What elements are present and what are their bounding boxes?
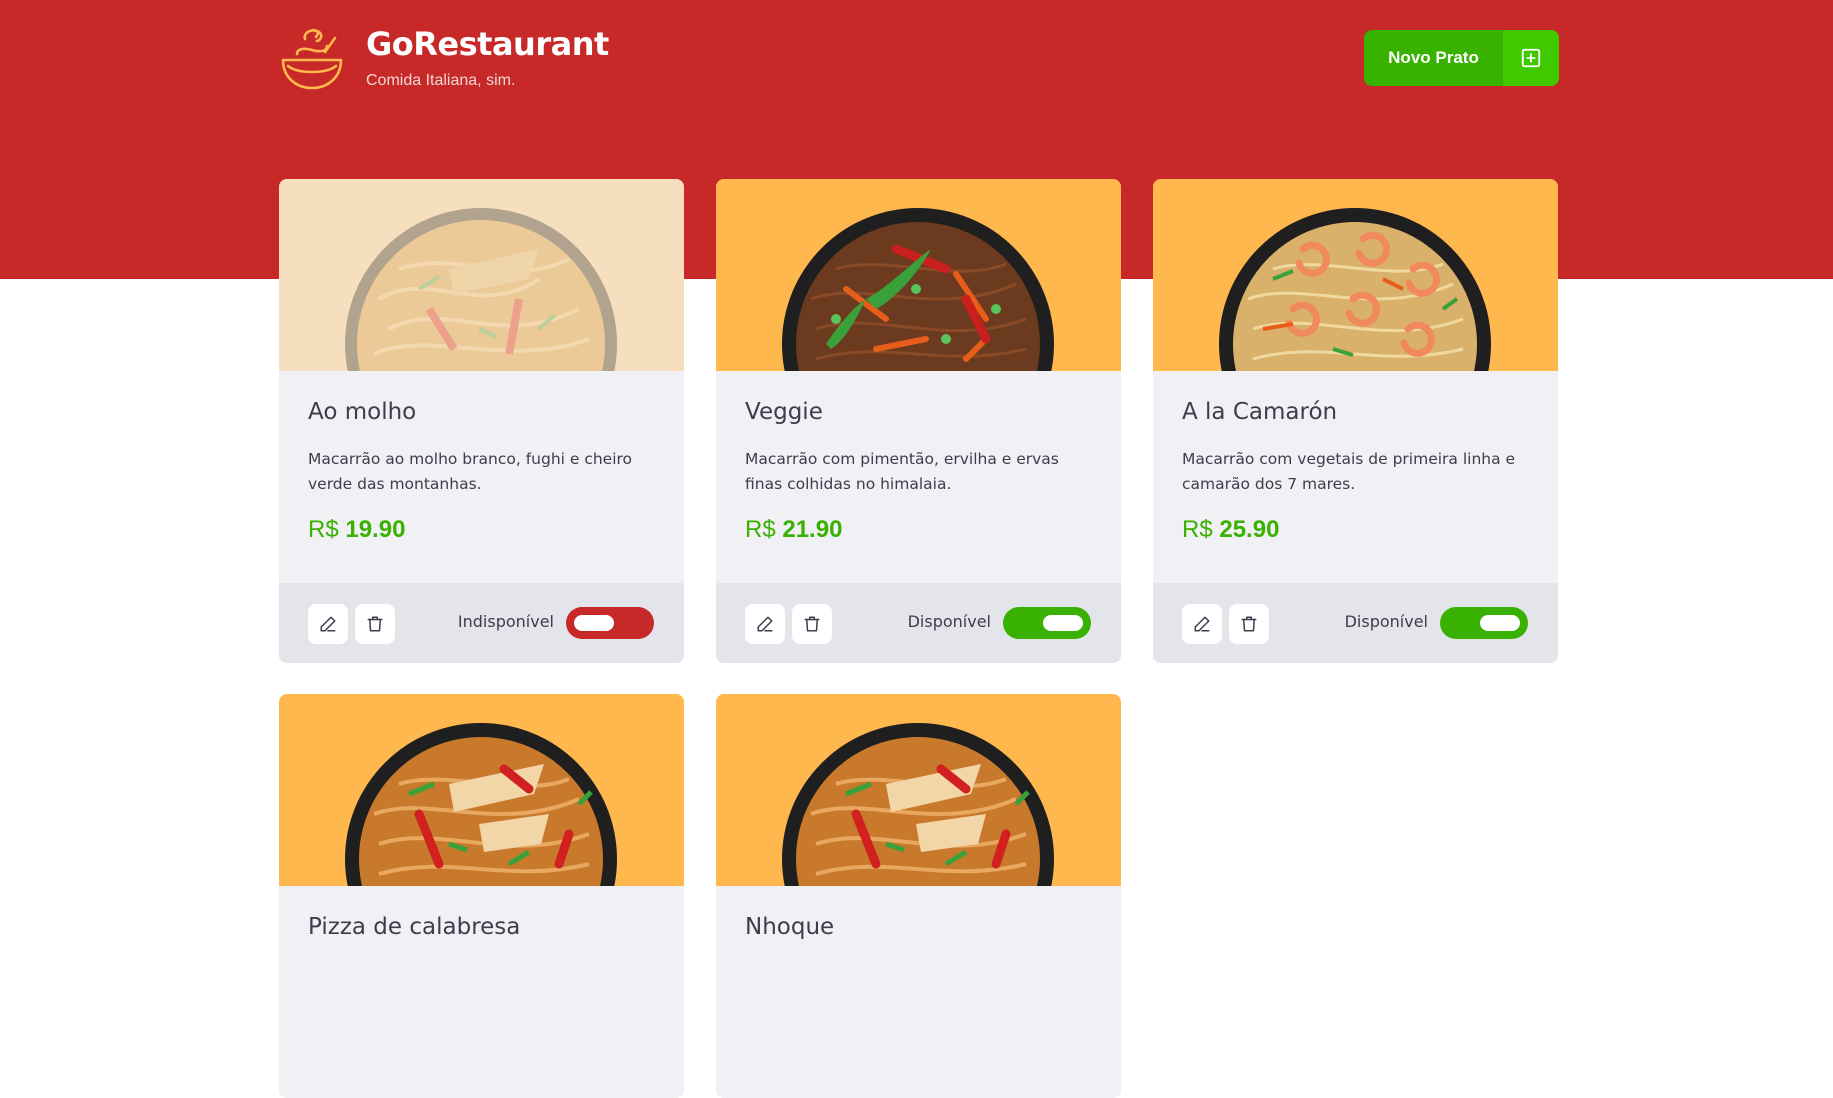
price-value: 19.90	[345, 516, 406, 543]
food-name: Ao molho	[308, 399, 417, 425]
food-description: Macarrão ao molho branco, fughi e cheiro…	[308, 450, 633, 493]
new-dish-label: Novo Prato	[1388, 48, 1479, 67]
food-image	[716, 179, 1121, 371]
food-name: Nhoque	[745, 914, 835, 940]
food-card: Veggie Macarrão com pimentão, ervilha e …	[716, 179, 1121, 663]
toggle-knob	[1043, 615, 1083, 631]
food-price: R$ 25.90	[1182, 516, 1529, 544]
food-image	[279, 179, 684, 371]
currency-label: R$	[308, 516, 339, 543]
app-subtitle: Comida Italiana, sim.	[366, 72, 516, 89]
app-title: GoRestaurant	[366, 25, 609, 63]
edit-button[interactable]	[745, 604, 785, 644]
food-description: Macarrão com pimentão, ervilha e ervas f…	[745, 450, 1059, 493]
pencil-icon	[757, 616, 773, 632]
availability-label: Disponível	[907, 612, 991, 631]
food-name: A la Camarón	[1182, 399, 1338, 425]
delete-button[interactable]	[792, 604, 832, 644]
new-dish-button[interactable]: Novo Prato	[1364, 30, 1559, 86]
card-actions: Indisponível	[279, 583, 684, 663]
food-card: Pizza de calabresa	[279, 694, 684, 1098]
price-value: 25.90	[1219, 516, 1280, 543]
availability-toggle[interactable]	[1440, 607, 1528, 639]
trash-icon	[1241, 616, 1257, 632]
food-name: Pizza de calabresa	[308, 914, 521, 940]
currency-label: R$	[745, 516, 776, 543]
card-actions: Disponível	[716, 583, 1121, 663]
availability-toggle[interactable]	[566, 607, 654, 639]
edit-button[interactable]	[308, 604, 348, 644]
pencil-icon	[320, 616, 336, 632]
food-description: Macarrão com vegetais de primeira linha …	[1182, 450, 1516, 493]
food-card: A la Camarón Macarrão com vegetais de pr…	[1153, 179, 1558, 663]
delete-button[interactable]	[1229, 604, 1269, 644]
trash-icon	[804, 616, 820, 632]
availability-toggle[interactable]	[1003, 607, 1091, 639]
food-image	[716, 694, 1121, 886]
availability-label: Disponível	[1344, 612, 1428, 631]
bowl-logo-icon	[281, 28, 343, 90]
brand: GoRestaurant Comida Italiana, sim.	[366, 26, 609, 90]
food-card: Nhoque	[716, 694, 1121, 1098]
delete-button[interactable]	[355, 604, 395, 644]
price-value: 21.90	[782, 516, 843, 543]
availability-label: Indisponível	[457, 612, 554, 631]
food-card: Ao molho Macarrão ao molho branco, fughi…	[279, 179, 684, 663]
edit-button[interactable]	[1182, 604, 1222, 644]
currency-label: R$	[1182, 516, 1213, 543]
food-price: R$ 19.90	[308, 516, 655, 544]
food-price: R$ 21.90	[745, 516, 1092, 544]
trash-icon	[367, 616, 383, 632]
toggle-knob	[1480, 615, 1520, 631]
pencil-icon	[1194, 616, 1210, 632]
food-name: Veggie	[745, 399, 823, 425]
card-actions: Disponível	[1153, 583, 1558, 663]
plus-square-icon	[1503, 30, 1559, 86]
food-image	[1153, 179, 1558, 371]
toggle-knob	[574, 615, 614, 631]
app-header: GoRestaurant Comida Italiana, sim. Novo …	[279, 26, 1559, 96]
food-image	[279, 694, 684, 886]
